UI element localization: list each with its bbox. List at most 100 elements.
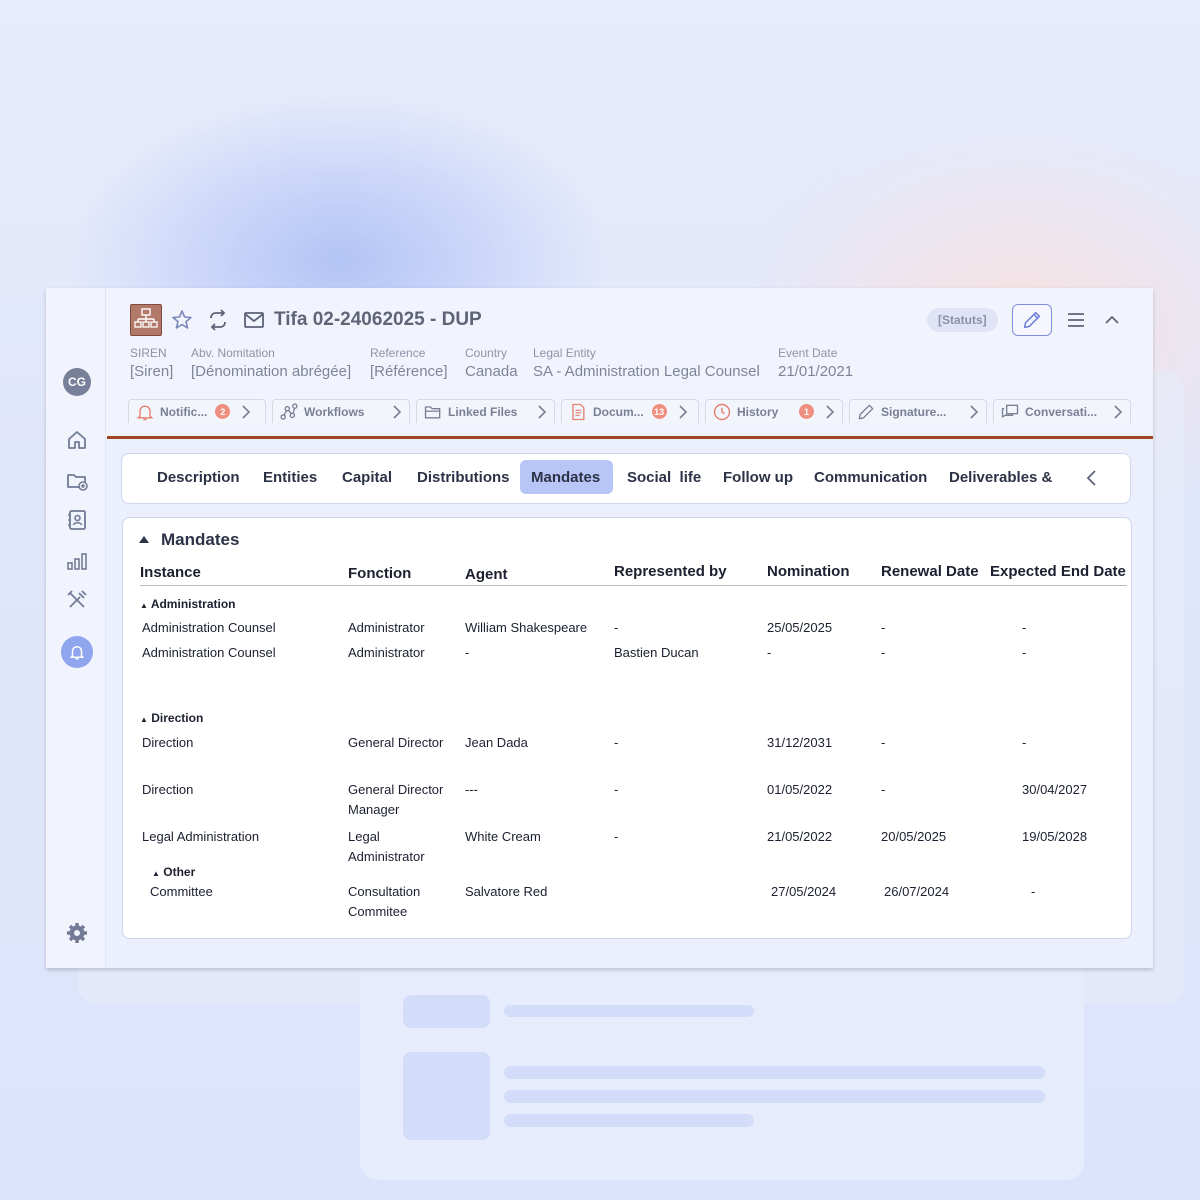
- group-direction[interactable]: ▲ Direction: [140, 711, 203, 725]
- chip-signature[interactable]: Signature...: [849, 399, 987, 423]
- meta-country: Country Canada: [465, 346, 518, 380]
- chevron-right-icon: [679, 404, 687, 419]
- meta-value: [Siren]: [130, 363, 174, 380]
- mail-icon[interactable]: [242, 308, 266, 332]
- tab-entities[interactable]: Entities: [252, 460, 328, 494]
- skeleton-line: [504, 1005, 754, 1017]
- sidebar: CG: [46, 288, 106, 968]
- edit-button[interactable]: [1012, 304, 1052, 336]
- cell-renewal: -: [881, 620, 886, 635]
- cell-represented: -: [614, 735, 619, 750]
- column-header[interactable]: Nomination: [767, 563, 850, 580]
- group-caret-icon: ▲: [140, 601, 148, 610]
- cell-agent: Salvatore Red: [465, 884, 548, 899]
- chevron-right-icon: [970, 404, 979, 419]
- cell-agent: White Cream: [465, 829, 541, 844]
- count-badge: 1: [799, 404, 814, 419]
- cell-represented: -: [614, 782, 619, 797]
- cell-fonction: Administrator: [348, 849, 425, 864]
- menu-icon[interactable]: [1064, 308, 1088, 332]
- chat-icon: [1001, 404, 1019, 418]
- meta-label: Country: [465, 346, 508, 360]
- column-header[interactable]: Renewal Date: [881, 563, 979, 580]
- tab-capital[interactable]: Capital: [331, 460, 403, 494]
- star-icon[interactable]: [170, 308, 194, 332]
- column-header[interactable]: Fonction: [348, 565, 411, 582]
- chip-conversations[interactable]: Conversati...: [993, 399, 1131, 423]
- meta-label: Abv. Nomitation: [191, 346, 275, 360]
- collapse-caret-icon[interactable]: [138, 534, 150, 544]
- cell-nomination: 01/05/2022: [767, 782, 833, 797]
- chip-linked-files[interactable]: Linked Files: [416, 399, 555, 423]
- chip-label: Linked Files: [448, 404, 518, 419]
- chevron-up-icon[interactable]: [1100, 308, 1124, 332]
- org-chart-icon: [130, 304, 162, 336]
- meta-value: 21/01/2021: [778, 363, 854, 380]
- section-title: Mandates: [161, 530, 240, 549]
- chip-notifications[interactable]: Notific... 2: [128, 399, 266, 423]
- app-window: CG Tifa 02-24062025 - DUP [Statuts] SIRE…: [46, 288, 1153, 968]
- meta-label: Legal Entity: [533, 346, 596, 360]
- notifications-button[interactable]: [61, 636, 93, 668]
- clock-icon: [713, 403, 731, 420]
- tab-deliverables[interactable]: Deliverables &: [938, 460, 1063, 494]
- cell-nomination: -: [767, 645, 772, 660]
- cell-fonction: Legal: [348, 829, 380, 844]
- group-other[interactable]: ▲ Other: [152, 865, 195, 879]
- chevron-right-icon: [826, 404, 835, 419]
- cell-renewal: 20/05/2025: [881, 829, 947, 844]
- cell-agent: ---: [465, 782, 478, 797]
- column-header[interactable]: Agent: [465, 566, 508, 583]
- chip-label: Signature...: [881, 404, 947, 419]
- meta-siren: SIREN [Siren]: [130, 346, 173, 380]
- meta-value: [Référence]: [370, 363, 448, 380]
- meta-label: SIREN: [130, 346, 167, 360]
- chip-workflows[interactable]: Workflows: [272, 399, 410, 423]
- column-header[interactable]: Expected End Date: [990, 563, 1126, 580]
- chevron-right-icon: [242, 404, 251, 419]
- chip-history[interactable]: History 1: [705, 399, 843, 423]
- cell-nomination: 31/12/2031: [767, 735, 833, 750]
- column-header[interactable]: Represented by: [614, 563, 727, 580]
- cell-represented: -: [614, 829, 619, 844]
- column-header[interactable]: Instance: [140, 564, 201, 581]
- chevron-left-icon[interactable]: [1080, 466, 1104, 490]
- skeleton-line: [504, 1066, 1045, 1079]
- tab-description[interactable]: Description: [146, 460, 251, 494]
- group-administration[interactable]: ▲ Administration: [140, 597, 235, 611]
- chart-icon[interactable]: [65, 549, 89, 573]
- cell-end-date: -: [1022, 735, 1027, 750]
- tab-mandates[interactable]: Mandates: [520, 460, 613, 494]
- cell-renewal: -: [881, 735, 886, 750]
- cell-represented: -: [614, 620, 619, 635]
- group-label: Direction: [151, 711, 204, 725]
- tab-social-life[interactable]: Social life: [616, 460, 712, 494]
- settings-icon[interactable]: [65, 921, 89, 945]
- contacts-icon[interactable]: [65, 508, 89, 532]
- home-icon[interactable]: [65, 428, 89, 452]
- cell-end-date: 19/05/2028: [1022, 829, 1088, 844]
- tools-icon[interactable]: [65, 588, 89, 612]
- mandates-panel: Mandates Instance Fonction Agent Represe…: [122, 517, 1132, 939]
- avatar[interactable]: CG: [63, 368, 91, 396]
- meta-value: SA - Administration Legal Counsel: [533, 363, 760, 380]
- tab-follow-up[interactable]: Follow up: [712, 460, 804, 494]
- record-header: Tifa 02-24062025 - DUP [Statuts] SIREN […: [106, 288, 1153, 438]
- tab-bar: Description Entities Capital Distributio…: [121, 453, 1131, 504]
- cell-end-date: -: [1022, 645, 1027, 660]
- cell-fonction: Manager: [348, 802, 400, 817]
- skeleton-line: [504, 1090, 1045, 1103]
- chip-label: Workflows: [304, 404, 365, 419]
- chevron-right-icon: [1114, 404, 1123, 419]
- cell-fonction: General Director: [348, 782, 444, 797]
- add-folder-icon[interactable]: [65, 469, 89, 493]
- meta-label: Reference: [370, 346, 426, 360]
- cell-agent: William Shakespeare: [465, 620, 588, 635]
- refresh-icon[interactable]: [206, 308, 230, 332]
- meta-value: [Dénomination abrégée]: [191, 363, 352, 380]
- meta-legal-entity: Legal Entity SA - Administration Legal C…: [533, 346, 760, 380]
- chip-documents[interactable]: Docum... 13: [561, 399, 699, 423]
- cell-end-date: -: [1022, 620, 1027, 635]
- tab-communication[interactable]: Communication: [803, 460, 938, 494]
- tab-distributions[interactable]: Distributions: [406, 460, 521, 494]
